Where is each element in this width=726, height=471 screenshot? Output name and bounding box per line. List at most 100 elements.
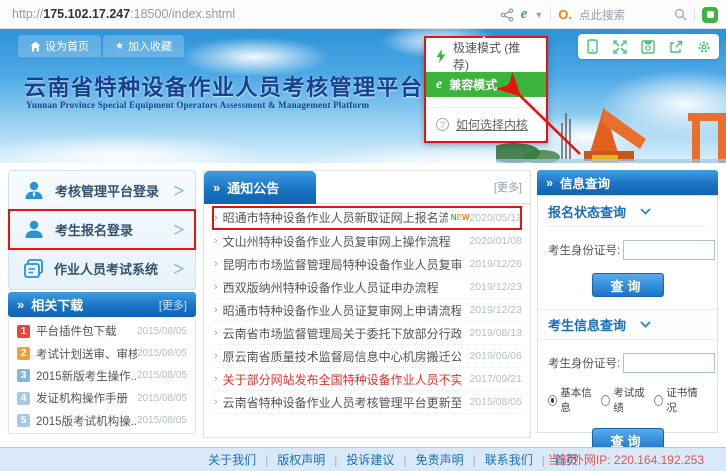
tab-notices[interactable]: » 通知公告	[204, 171, 316, 204]
mode-dropdown-chevron-icon[interactable]: ▼	[534, 10, 543, 20]
candidate-person-icon	[23, 218, 45, 240]
toolbar-divider	[694, 7, 695, 22]
chevron-down-icon	[640, 208, 651, 215]
save-icon[interactable]	[641, 40, 655, 54]
download-item-label: 发证机构操作手册	[36, 390, 128, 406]
notice-item-date: 2019/12/26	[469, 258, 522, 270]
sidebar-item-operator-exam-system[interactable]: 作业人员考试系统 ＞	[9, 249, 195, 288]
candidate-id-input[interactable]	[623, 353, 715, 373]
footer-link[interactable]: 联系我们	[485, 451, 533, 468]
radio-label: 基本信息	[560, 385, 594, 415]
notice-item-label: 昆明市市场监督管理局特种设备作业人员复审流程...	[223, 256, 461, 273]
download-item[interactable]: 5 2015版考试机构操... 2015/08/05	[17, 410, 187, 432]
bullet-icon: ›	[214, 327, 218, 339]
id-field-row: 考生身份证号:	[548, 240, 707, 260]
notice-item-date: 2019/06/06	[469, 350, 522, 362]
chevron-right-icon: ＞	[173, 182, 185, 199]
notice-item-label: 云南省特种设备作业人员考核管理平台更新至20...	[223, 394, 461, 411]
sidebar-item-assessment-platform-login[interactable]: 考核管理平台登录 ＞	[9, 171, 195, 210]
fullscreen-icon[interactable]	[613, 40, 627, 54]
query-button[interactable]: 查询	[592, 273, 664, 297]
download-item[interactable]: 3 2015新版考生操作... 2015/08/05	[17, 365, 187, 387]
notice-item-label: 原云南省质量技术监督局信息中心机房搬迁公告	[223, 348, 461, 365]
radio-option[interactable]: 基本信息	[548, 385, 594, 415]
radio-label: 证书情况	[666, 385, 700, 415]
menu-item-kernel-help[interactable]: ? 如何选择内核	[426, 107, 546, 133]
notice-item-label: 文山州特种设备作业人员复审网上操作流程	[223, 233, 451, 250]
search-engine-logo: O.	[558, 7, 572, 22]
footer-link[interactable]: 关于我们	[208, 451, 256, 468]
query-title: 信息查询	[560, 173, 610, 192]
menu-item-speed-mode[interactable]: 极速模式 (推荐)	[426, 43, 546, 68]
notice-item[interactable]: › 原云南省质量技术监督局信息中心机房搬迁公告 2019/06/06	[212, 345, 522, 368]
footer-link[interactable]: 版权声明	[277, 451, 325, 468]
notices-panel: » 通知公告 [更多] › 昭通市特种设备作业人员新取证网上报名流程 NEW 2…	[203, 170, 531, 438]
bullet-icon: ›	[214, 396, 218, 408]
set-home-button[interactable]: 设为首页	[18, 35, 101, 57]
login-menu: 考核管理平台登录 ＞ 考生报名登录 ＞ 作业人员考试系统 ＞	[8, 170, 196, 290]
notices-header: » 通知公告 [更多]	[204, 171, 530, 204]
radio-option[interactable]: 证书情况	[654, 385, 700, 415]
notice-item-date: 2015/08/05	[469, 396, 522, 408]
notice-item[interactable]: › 文山州特种设备作业人员复审网上操作流程 2020/01/08	[212, 230, 522, 253]
radio-option[interactable]: 考试成绩	[601, 385, 647, 415]
add-favorite-button[interactable]: ★ 加入收藏	[103, 35, 184, 57]
share-page-icon[interactable]	[669, 40, 683, 54]
rank-badge: 2	[17, 347, 30, 360]
notice-item-label: 昭通市特种设备作业人员新取证网上报名流程	[223, 209, 448, 226]
notice-item-date: 2019/12/23	[469, 304, 522, 316]
share-icon[interactable]	[500, 8, 514, 22]
double-arrow-icon: »	[213, 180, 220, 195]
candidate-id-input[interactable]	[623, 240, 715, 260]
footer-link[interactable]: 免责声明	[416, 451, 464, 468]
registration-status-section-header[interactable]: 报名状态查询	[548, 196, 707, 227]
sidebar-item-label: 考核管理平台登录	[55, 181, 159, 200]
download-item[interactable]: 4 发证机构操作手册 2015/08/05	[17, 387, 187, 409]
footer-link[interactable]: 投诉建议	[346, 451, 394, 468]
gear-icon[interactable]	[697, 40, 711, 54]
exam-card-icon	[23, 258, 44, 279]
candidate-info-section-header[interactable]: 考生信息查询	[538, 309, 717, 340]
toolbar-search-input[interactable]: 点此搜索	[579, 7, 667, 23]
sidebar-item-label: 作业人员考试系统	[54, 259, 158, 278]
address-bar[interactable]: http://175.102.17.247:18500/index.shtml	[12, 7, 235, 21]
sidebar-item-candidate-registration-login[interactable]: 考生报名登录 ＞	[9, 210, 195, 249]
notice-item[interactable]: › 关于部分网站发布全国特种设备作业人员不实信息... 2017/09/21	[212, 368, 522, 391]
download-item[interactable]: 1 平台插件包下载 2015/08/05	[17, 320, 187, 342]
download-item-date: 2015/08/05	[137, 415, 187, 426]
double-arrow-icon: »	[17, 297, 24, 312]
site-subtitle: Yunnan Province Special Equipment Operat…	[26, 100, 369, 110]
browser-mode-menu: 极速模式 (推荐) e 兼容模式 ? 如何选择内核	[424, 36, 548, 143]
notices-more-link[interactable]: [更多]	[494, 179, 522, 195]
footer-link-separator: |	[403, 453, 406, 467]
double-arrow-icon: »	[546, 176, 553, 190]
menu-item-compat-mode[interactable]: e 兼容模式	[426, 72, 546, 97]
browser-toolbar: http://175.102.17.247:18500/index.shtml …	[0, 0, 726, 29]
info-type-radio-group: 基本信息 考试成绩 证书情况	[548, 385, 707, 415]
notices-list: › 昭通市特种设备作业人员新取证网上报名流程 NEW 2020/05/13 › …	[204, 204, 530, 414]
download-item-date: 2015/08/05	[137, 326, 187, 337]
footer-link-separator: |	[265, 453, 268, 467]
notice-item[interactable]: › 云南省市场监督管理局关于委托下放部分行政许可... 2019/08/13	[212, 322, 522, 345]
notice-item[interactable]: › 昭通市特种设备作业人员新取证网上报名流程 NEW 2020/05/13	[212, 206, 522, 230]
downloads-more-link[interactable]: [更多]	[159, 297, 187, 313]
url-prefix: http://	[12, 7, 43, 21]
ie-mode-icon[interactable]: e	[521, 7, 528, 22]
toolbar-divider	[550, 7, 551, 22]
download-item[interactable]: 2 考试计划送审、审核 ... 2015/08/05	[17, 342, 187, 364]
notice-item[interactable]: › 西双版纳州特种设备作业人员证申办流程 2019/12/23	[212, 276, 522, 299]
query-header: » 信息查询	[537, 170, 718, 195]
notice-item[interactable]: › 昆明市市场监督管理局特种设备作业人员复审流程... 2019/12/26	[212, 253, 522, 276]
question-icon: ?	[436, 118, 449, 131]
bullet-icon: ›	[214, 350, 218, 362]
bullet-icon: ›	[214, 258, 218, 270]
notice-item[interactable]: › 昭通市特种设备作业人员证复审网上申请流程及相... 2019/12/23	[212, 299, 522, 322]
search-icon[interactable]	[674, 8, 687, 21]
mobile-icon[interactable]	[586, 39, 599, 54]
notice-item[interactable]: › 云南省特种设备作业人员考核管理平台更新至20... 2015/08/05	[212, 391, 522, 414]
footer-link-separator: |	[473, 453, 476, 467]
browser-logo-icon[interactable]	[702, 7, 718, 23]
browser-toolbar-right: e ▼ O. 点此搜索	[500, 0, 718, 29]
browser-page-tools	[578, 34, 719, 59]
notice-item-label: 昭通市特种设备作业人员证复审网上申请流程及相...	[223, 302, 461, 319]
